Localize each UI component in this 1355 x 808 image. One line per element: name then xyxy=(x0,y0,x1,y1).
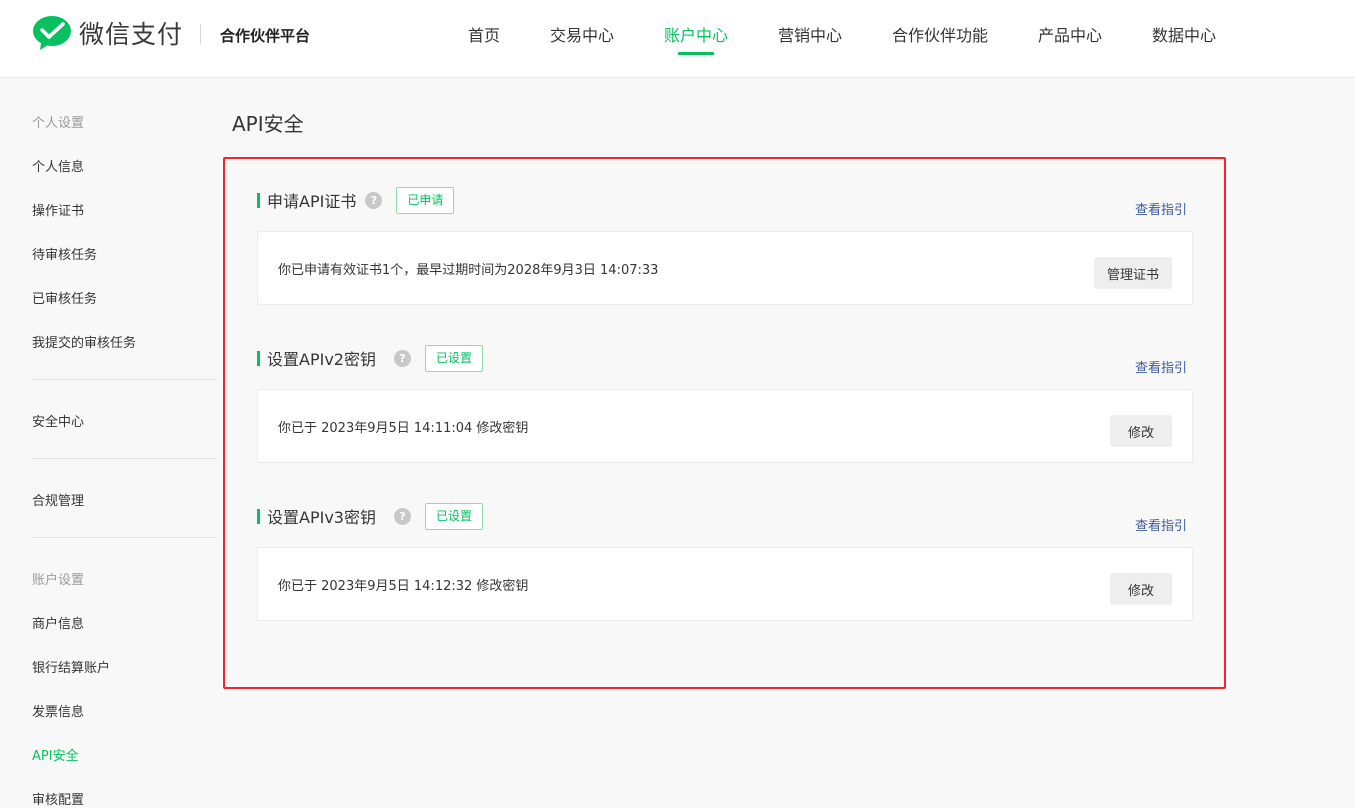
nav-product-center[interactable]: 产品中心 xyxy=(1038,22,1102,55)
logo-text: 微信支付 xyxy=(79,20,184,49)
section-header-apiv3-key: 设置APIv3密钥 ? 已设置 xyxy=(257,502,483,530)
logo-divider xyxy=(200,24,201,44)
section-title: 设置APIv2密钥 xyxy=(267,350,376,369)
section-header-apiv2-key: 设置APIv2密钥 ? 已设置 xyxy=(257,344,483,372)
sidebar-item-my-submitted[interactable]: 我提交的审核任务 xyxy=(32,332,136,351)
section-title: 设置APIv3密钥 xyxy=(267,508,376,527)
sidebar-item-api-security[interactable]: API安全 xyxy=(32,745,79,764)
apiv3-key-box: 你已于 2023年9月5日 14:12:32 修改密钥 修改 xyxy=(257,547,1193,621)
wechat-pay-logo[interactable]: 微信支付 xyxy=(32,15,183,51)
sidebar-divider xyxy=(32,537,217,538)
status-badge: 已设置 xyxy=(424,344,483,372)
wechat-pay-logo-icon xyxy=(33,16,71,50)
view-guide-link[interactable]: 查看指引 xyxy=(1135,199,1187,218)
nav-marketing-center[interactable]: 营销中心 xyxy=(778,22,842,55)
sidebar-item-operation-cert[interactable]: 操作证书 xyxy=(32,200,84,219)
sidebar-item-pending-review[interactable]: 待审核任务 xyxy=(32,244,97,263)
sidebar-item-personal-info[interactable]: 个人信息 xyxy=(32,156,84,175)
sidebar-item-invoice-info[interactable]: 发票信息 xyxy=(32,701,84,720)
section-title: 申请API证书 xyxy=(267,192,357,211)
sidebar-divider xyxy=(32,458,217,459)
manage-cert-button[interactable]: 管理证书 xyxy=(1094,257,1172,289)
sidebar-item-review-config[interactable]: 审核配置 xyxy=(32,789,84,808)
sidebar-group-account: 账户设置 xyxy=(32,573,85,588)
apiv2-key-status-text: 你已于 2023年9月5日 14:11:04 修改密钥 xyxy=(278,421,529,436)
nav-data-center[interactable]: 数据中心 xyxy=(1152,22,1216,55)
sidebar-item-merchant-info[interactable]: 商户信息 xyxy=(32,613,84,632)
modify-apiv3-button[interactable]: 修改 xyxy=(1110,573,1172,605)
section-accent-bar xyxy=(257,508,260,524)
view-guide-link[interactable]: 查看指引 xyxy=(1135,515,1187,534)
status-badge: 已申请 xyxy=(396,186,455,214)
page-title: API安全 xyxy=(232,112,304,136)
sidebar-group-personal: 个人设置 xyxy=(32,116,85,131)
nav-partner-features[interactable]: 合作伙伴功能 xyxy=(892,22,988,55)
section-header-api-cert: 申请API证书 ? 已申请 xyxy=(257,186,455,214)
platform-name: 合作伙伴平台 xyxy=(220,27,311,45)
sidebar-item-reviewed[interactable]: 已审核任务 xyxy=(32,288,97,307)
nav-account-center[interactable]: 账户中心 xyxy=(664,22,728,55)
sidebar-divider xyxy=(32,379,217,380)
sidebar-item-compliance[interactable]: 合规管理 xyxy=(32,490,84,509)
section-accent-bar xyxy=(257,192,260,208)
nav-transaction-center[interactable]: 交易中心 xyxy=(550,22,614,55)
modify-apiv2-button[interactable]: 修改 xyxy=(1110,415,1172,447)
help-icon[interactable]: ? xyxy=(393,349,411,367)
apiv3-key-status-text: 你已于 2023年9月5日 14:12:32 修改密钥 xyxy=(278,579,529,594)
help-icon[interactable]: ? xyxy=(365,191,383,209)
api-cert-status-text: 你已申请有效证书1个，最早过期时间为2028年9月3日 14:07:33 xyxy=(278,263,659,278)
status-badge: 已设置 xyxy=(424,502,483,530)
nav-home[interactable]: 首页 xyxy=(468,22,500,55)
apiv2-key-box: 你已于 2023年9月5日 14:11:04 修改密钥 修改 xyxy=(257,389,1193,463)
top-header: 微信支付 合作伙伴平台 首页 交易中心 账户中心 营销中心 合作伙伴功能 产品中… xyxy=(0,0,1355,78)
section-accent-bar xyxy=(257,350,260,366)
sidebar-item-bank-account[interactable]: 银行结算账户 xyxy=(32,657,110,676)
api-cert-box: 你已申请有效证书1个，最早过期时间为2028年9月3日 14:07:33 管理证… xyxy=(257,231,1193,305)
view-guide-link[interactable]: 查看指引 xyxy=(1135,357,1187,376)
help-icon[interactable]: ? xyxy=(393,507,411,525)
sidebar-item-security-center[interactable]: 安全中心 xyxy=(32,411,84,430)
